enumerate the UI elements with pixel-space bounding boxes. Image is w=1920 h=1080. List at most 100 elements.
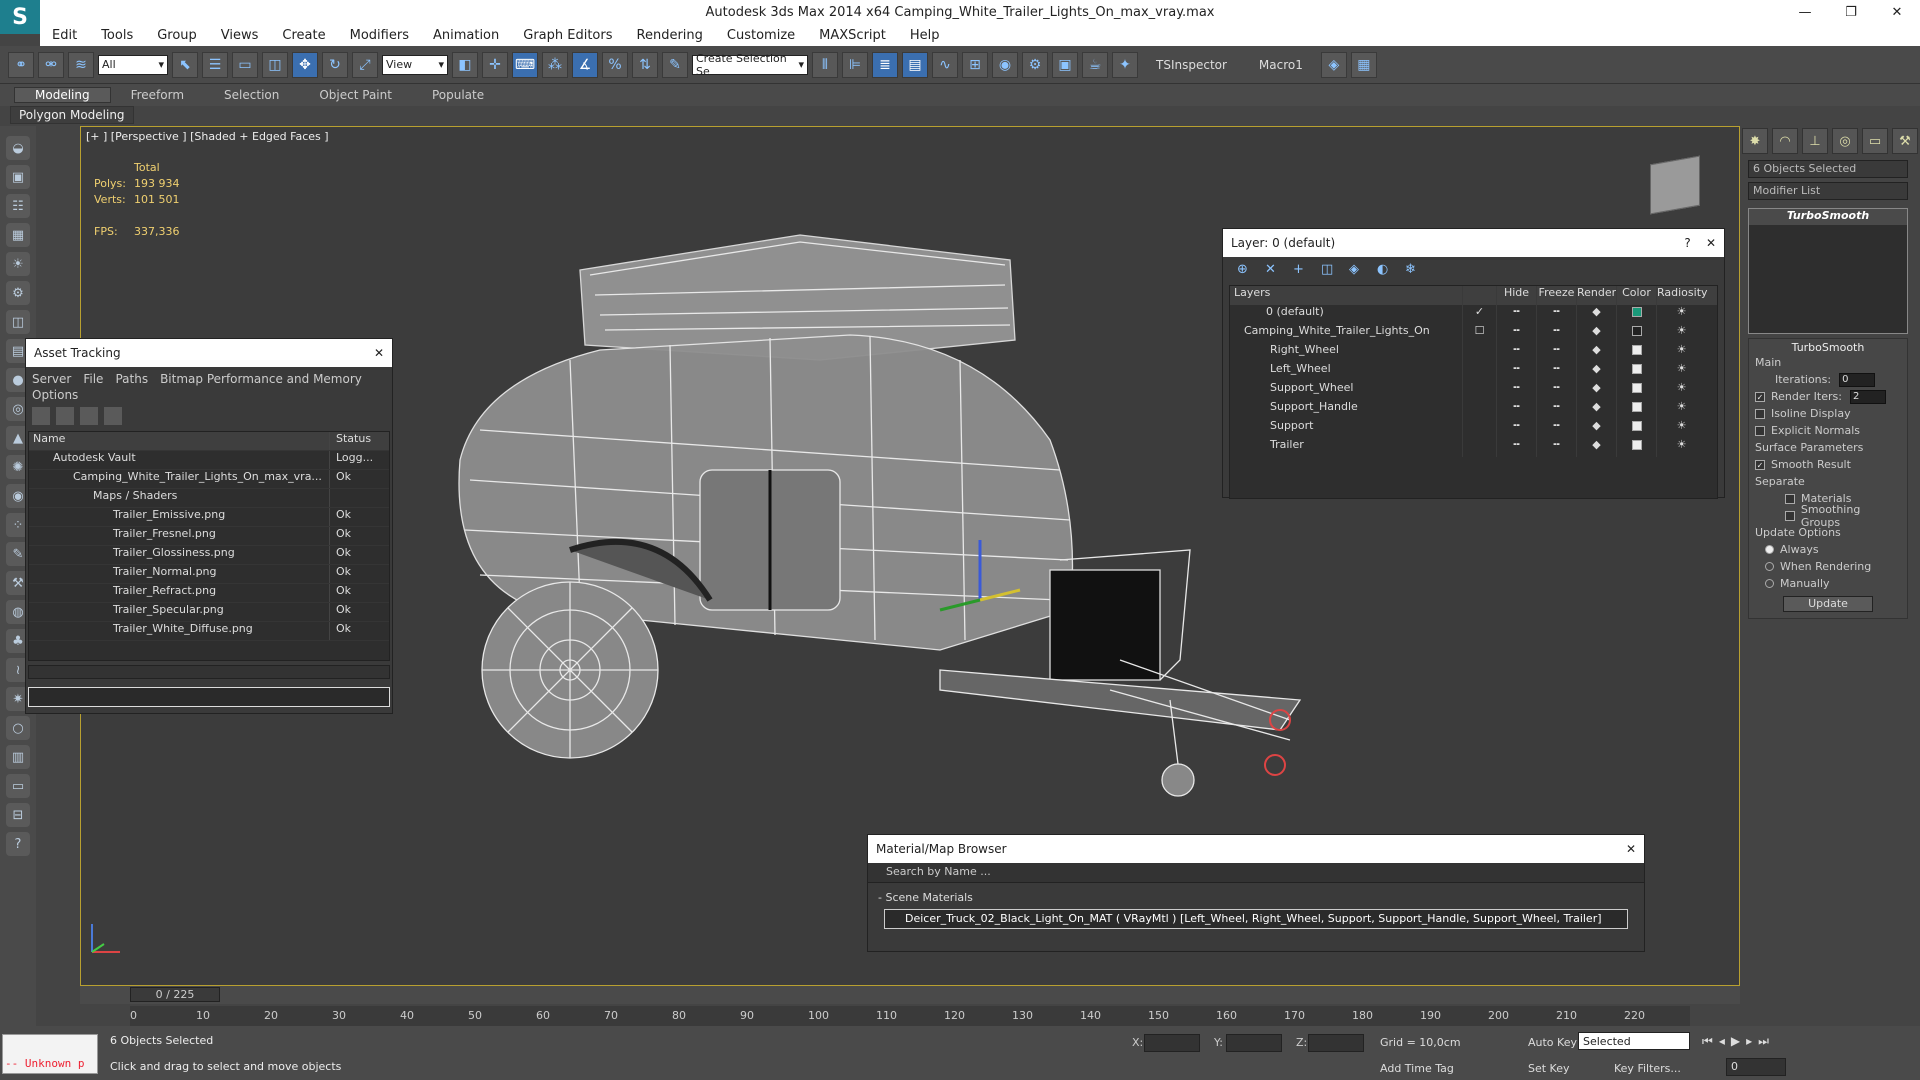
prev-frame-icon[interactable]: ◂ [1719, 1034, 1725, 1049]
grid-icon[interactable]: ▦ [1350, 51, 1377, 78]
named-selection-dropdown[interactable]: Create Selection Se ▾ [692, 52, 808, 78]
menu-help[interactable]: Help [898, 28, 952, 43]
curve-editor-icon[interactable]: ∿ [932, 51, 958, 78]
timeline-bar[interactable] [80, 986, 1740, 1004]
layer-manager-icon[interactable]: ≣ [872, 51, 898, 78]
schematic-view-icon[interactable]: ⊞ [962, 51, 988, 78]
scene-materials-section[interactable]: - Scene Materials [868, 889, 1644, 907]
column-radiosity[interactable]: Radiosity [1656, 286, 1708, 305]
table-row[interactable]: Camping_White_Trailer_Lights_On_max_vra.… [29, 470, 389, 489]
mirror-icon[interactable]: ⫴ [812, 51, 838, 78]
material-browser-titlebar[interactable]: Material/Map Browser ✕ [868, 835, 1644, 863]
ball-icon[interactable]: ○ [6, 716, 30, 740]
align-icon[interactable]: ⊫ [842, 51, 868, 78]
rect-selection-icon[interactable]: ▭ [232, 51, 258, 78]
minimize-button[interactable]: — [1782, 0, 1828, 24]
light-icon[interactable]: ☀ [6, 252, 30, 276]
add-to-layer-icon[interactable]: + [1293, 262, 1311, 280]
modifier-list-dropdown[interactable]: Modifier List [1748, 182, 1908, 200]
asset-path-input[interactable] [28, 687, 390, 707]
layer-row[interactable]: Support ╍ ╍ ◆ ☀ [1230, 419, 1717, 438]
display-tab-icon[interactable]: ▭ [1862, 128, 1888, 154]
rendered-frame-icon[interactable]: ▣ [1052, 51, 1078, 78]
current-frame-field[interactable]: 0 [1726, 1058, 1786, 1076]
list-icon[interactable]: ☷ [6, 194, 30, 218]
menu-views[interactable]: Views [209, 28, 271, 43]
bind-spacewarp-icon[interactable]: ≋ [68, 51, 94, 78]
hierarchy-tab-icon[interactable]: ⊥ [1802, 128, 1828, 154]
frame-ruler[interactable]: 0 10 20 30 40 50 60 70 80 90 100 110 120… [130, 1006, 1690, 1026]
time-slider[interactable]: 0 / 225 [130, 987, 220, 1002]
materials-checkbox[interactable] [1785, 493, 1795, 504]
render-iters-spinner[interactable]: 2 [1849, 389, 1886, 404]
column-freeze[interactable]: Freeze [1536, 286, 1576, 305]
tab-object-paint[interactable]: Object Paint [299, 88, 412, 102]
teapot-icon[interactable]: ◆ [1576, 305, 1616, 324]
goto-start-icon[interactable]: ⏮ [1702, 1034, 1713, 1049]
modifier-stack-item[interactable]: TurboSmooth [1749, 209, 1907, 225]
table-row[interactable]: Trailer_Refract.png Ok [29, 584, 389, 603]
iterations-spinner[interactable]: 0 [1839, 372, 1876, 387]
spinner-snap-icon[interactable]: ⇅ [632, 51, 658, 78]
material-search-input[interactable]: Search by Name ... [868, 863, 1644, 883]
layer-manager-titlebar[interactable]: Layer: 0 (default) ? ✕ [1223, 229, 1724, 257]
layer-row[interactable]: Left_Wheel ╍ ╍ ◆ ☀ [1230, 362, 1717, 381]
diamond-icon[interactable]: ◈ [1320, 51, 1347, 78]
menu-modifiers[interactable]: Modifiers [338, 28, 421, 43]
menu-create[interactable]: Create [270, 28, 337, 43]
radiosity-icon[interactable]: ☀ [1656, 438, 1706, 457]
close-icon[interactable]: ✕ [1626, 842, 1636, 856]
close-button[interactable]: ✕ [1874, 0, 1920, 24]
isoline-checkbox[interactable] [1755, 408, 1765, 419]
column-hide[interactable]: Hide [1496, 286, 1536, 305]
teapot-icon[interactable]: ◆ [1576, 438, 1616, 457]
display-icon[interactable]: ▭ [6, 774, 30, 798]
column-name[interactable]: Name [29, 432, 329, 450]
freeze-all-icon[interactable]: ❄ [1405, 262, 1423, 280]
next-frame-icon[interactable]: ▸ [1746, 1034, 1752, 1049]
keyboard-shortcut-icon[interactable]: ⌨ [512, 51, 538, 78]
teapot-icon[interactable]: ◆ [1576, 400, 1616, 419]
polygon-modeling-label[interactable]: Polygon Modeling [10, 106, 134, 124]
maximize-button[interactable]: ❐ [1828, 0, 1874, 24]
selection-filter-dropdown[interactable]: All ▾ [98, 54, 168, 75]
table-row[interactable]: Trailer_White_Diffuse.png Ok [29, 622, 389, 641]
utilities-tab-icon[interactable]: ⚒ [1892, 128, 1918, 154]
teapot-icon[interactable]: ◆ [1576, 419, 1616, 438]
auto-key-button[interactable]: Auto Key [1528, 1036, 1577, 1049]
table-row[interactable]: Trailer_Emissive.png Ok [29, 508, 389, 527]
table-row[interactable]: Maps / Shaders [29, 489, 389, 508]
tab-populate[interactable]: Populate [412, 88, 504, 102]
hide-all-icon[interactable]: ◐ [1377, 262, 1395, 280]
app-logo-icon[interactable]: S [0, 0, 40, 34]
move-icon[interactable]: ✥ [292, 51, 318, 78]
menu-maxscript[interactable]: MAXScript [807, 28, 898, 43]
layer-row[interactable]: Right_Wheel ╍ ╍ ◆ ☀ [1230, 343, 1717, 362]
modify-tab-icon[interactable]: ◠ [1772, 128, 1798, 154]
menu-animation[interactable]: Animation [421, 28, 511, 43]
radiosity-icon[interactable]: ☀ [1656, 381, 1706, 400]
teapot-icon[interactable]: ◒ [6, 136, 30, 160]
ribbon-toggle-icon[interactable]: ▤ [902, 51, 928, 78]
layer-color-swatch[interactable] [1631, 345, 1642, 355]
select-by-name-icon[interactable]: ☰ [202, 51, 228, 78]
motion-tab-icon[interactable]: ◎ [1832, 128, 1858, 154]
rotate-icon[interactable]: ↻ [322, 51, 348, 78]
menu-rendering[interactable]: Rendering [625, 28, 715, 43]
material-editor-icon[interactable]: ◉ [992, 51, 1018, 78]
snap-icon[interactable]: ⁂ [542, 51, 568, 78]
macro1-button[interactable]: Macro1 [1245, 58, 1317, 72]
layer-color-swatch[interactable] [1631, 307, 1642, 317]
rollout-title[interactable]: TurboSmooth [1755, 341, 1901, 354]
radiosity-icon[interactable]: ☀ [1656, 362, 1706, 381]
render-frame-icon[interactable]: ▣ [6, 165, 30, 189]
table-row[interactable]: Trailer_Normal.png Ok [29, 565, 389, 584]
render-icon[interactable]: ☕ [1082, 51, 1108, 78]
manipulate-icon[interactable]: ✛ [482, 51, 508, 78]
x-coordinate-field[interactable] [1144, 1034, 1200, 1052]
select-object-icon[interactable]: ⬉ [172, 51, 198, 78]
y-coordinate-field[interactable] [1226, 1034, 1282, 1052]
window-crossing-icon[interactable]: ◫ [262, 51, 288, 78]
table-row[interactable]: Trailer_Glossiness.png Ok [29, 546, 389, 565]
layers-icon[interactable]: ◫ [6, 310, 30, 334]
